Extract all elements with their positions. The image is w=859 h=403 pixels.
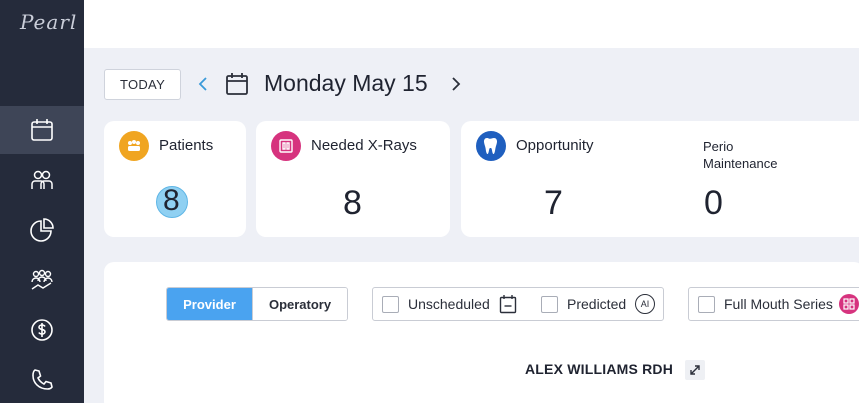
- next-day-button[interactable]: [447, 72, 465, 96]
- sidebar-item-billing[interactable]: [0, 306, 84, 354]
- expand-button[interactable]: [685, 360, 705, 380]
- perio-value: 0: [704, 184, 723, 222]
- full-mouth-checkbox[interactable]: [698, 296, 715, 313]
- view-toggle: Provider Operatory: [166, 287, 348, 321]
- pie-chart-icon: [30, 218, 54, 242]
- dollar-icon: [31, 319, 53, 341]
- unscheduled-checkbox[interactable]: [382, 296, 399, 313]
- top-header: [84, 0, 859, 48]
- chevron-right-icon: [452, 77, 461, 91]
- phone-icon: [32, 369, 53, 390]
- patients-title: Patients: [159, 137, 214, 154]
- sidebar-item-patients[interactable]: [0, 156, 84, 204]
- patients-card[interactable]: Patients 8: [104, 121, 246, 237]
- provider-view-button[interactable]: Provider: [167, 288, 253, 320]
- unscheduled-label: Unscheduled: [408, 296, 490, 312]
- xrays-value: 8: [343, 184, 362, 222]
- patients-icon: [31, 170, 53, 189]
- team-growth-icon: [31, 269, 53, 290]
- chevron-left-icon: [198, 77, 207, 91]
- prev-day-button[interactable]: [194, 72, 212, 96]
- calendar-icon[interactable]: [224, 71, 250, 97]
- schedule-panel: [104, 262, 859, 403]
- ai-badge-icon: AI: [635, 294, 655, 314]
- tooth-icon: [476, 131, 506, 161]
- logo-text: Pearl: [20, 10, 78, 34]
- full-mouth-filter: Full Mouth Series: [688, 287, 859, 321]
- xrays-title: Needed X-Rays: [311, 137, 417, 154]
- sidebar-item-team[interactable]: [0, 256, 84, 304]
- full-mouth-label: Full Mouth Series: [724, 296, 833, 312]
- operatory-view-button[interactable]: Operatory: [252, 288, 347, 320]
- predicted-checkbox[interactable]: [541, 296, 558, 313]
- xray-icon: [271, 131, 301, 161]
- expand-icon: [690, 365, 700, 375]
- calendar-minus-icon: [499, 295, 517, 314]
- xrays-card[interactable]: Needed X-Rays 8: [256, 121, 450, 237]
- opportunity-value: 7: [544, 184, 563, 222]
- sidebar-item-schedule[interactable]: [0, 106, 84, 154]
- sidebar: Pearl: [0, 0, 84, 403]
- current-date: Monday May 15: [264, 70, 428, 96]
- provider-name: ALEX WILLIAMS RDH: [525, 361, 674, 377]
- patients-value: 8: [163, 184, 180, 217]
- perio-title: Perio Maintenance: [703, 139, 778, 171]
- calendar-icon: [31, 119, 53, 141]
- filter-group: Unscheduled Predicted AI: [372, 287, 664, 321]
- sidebar-item-calls[interactable]: [0, 356, 84, 403]
- predicted-label: Predicted: [567, 296, 627, 312]
- patients-icon: [119, 131, 149, 161]
- today-button[interactable]: TODAY: [104, 69, 181, 100]
- pearl-logo[interactable]: Pearl: [8, 4, 76, 46]
- opportunity-title: Opportunity: [516, 137, 594, 154]
- opportunity-card[interactable]: Opportunity 7 Perio Maintenance 0: [461, 121, 859, 237]
- xray-series-icon: [839, 294, 859, 314]
- sidebar-item-analytics[interactable]: [0, 206, 84, 254]
